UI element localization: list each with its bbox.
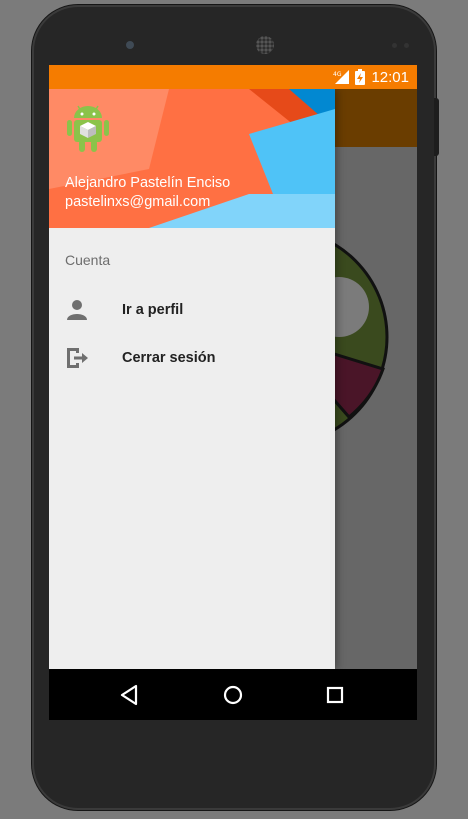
drawer-header: Alejandro Pastelín Enciso pastelinxs@gma…	[49, 89, 335, 228]
navigation-bar	[49, 669, 417, 720]
status-bar: 4G 12:01	[49, 65, 417, 89]
svg-text:4G: 4G	[333, 71, 342, 78]
user-email: pastelinxs@gmail.com	[65, 194, 211, 210]
menu-item-cerrar-sesion[interactable]: Cerrar sesión	[49, 334, 335, 382]
navigation-drawer: Alejandro Pastelín Enciso pastelinxs@gma…	[49, 89, 335, 669]
person-icon	[67, 300, 87, 320]
section-label-cuenta: Cuenta	[65, 252, 111, 268]
device-screen: 4G 12:01 Alejandro Pastelín Enciso paste…	[49, 65, 417, 720]
recents-icon[interactable]	[322, 682, 348, 708]
menu-item-label: Ir a perfil	[122, 302, 184, 318]
earpiece-speaker	[256, 36, 274, 54]
home-icon[interactable]	[220, 682, 246, 708]
menu-item-ir-a-perfil[interactable]: Ir a perfil	[49, 286, 335, 334]
front-camera	[126, 41, 134, 49]
clock: 12:01	[371, 68, 409, 86]
signal-icon: 4G	[333, 70, 350, 84]
back-icon[interactable]	[117, 682, 143, 708]
android-avatar-icon[interactable]	[66, 104, 110, 156]
light-sensor	[404, 43, 409, 48]
menu-item-label: Cerrar sesión	[122, 350, 216, 366]
exit-icon	[67, 348, 88, 368]
user-name: Alejandro Pastelín Enciso	[65, 175, 231, 191]
power-button[interactable]	[434, 98, 439, 156]
proximity-sensor	[392, 43, 397, 48]
battery-charging-icon	[355, 69, 366, 85]
